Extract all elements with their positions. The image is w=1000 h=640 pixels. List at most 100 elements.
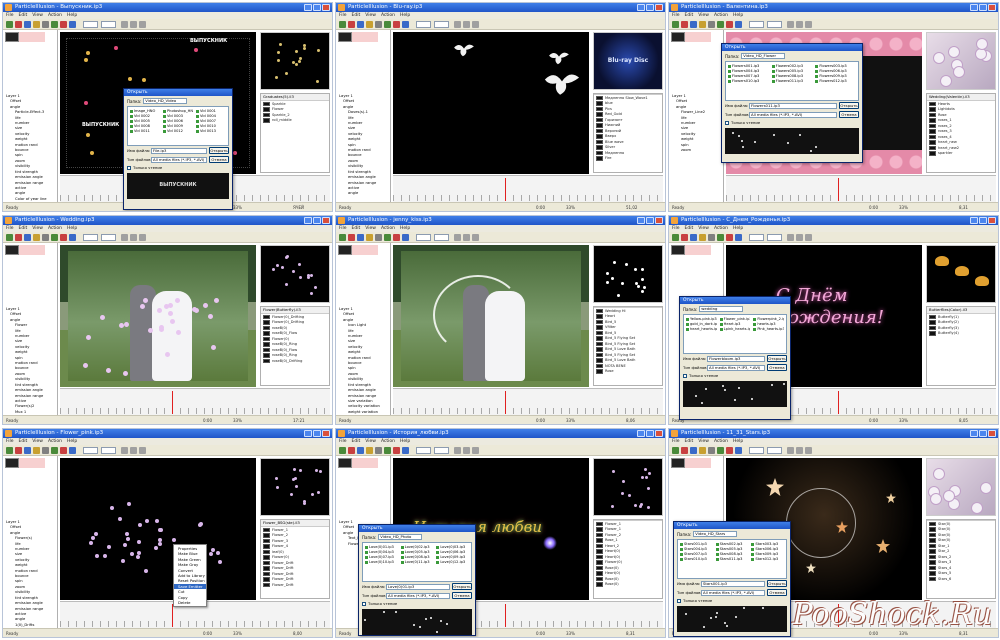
- timeline-cursor[interactable]: [838, 391, 839, 414]
- next-frame-icon[interactable]: [454, 21, 461, 28]
- file-list[interactable]: Yellow-pink.ip3 Flower_pink.ip3 Flowerpink…: [683, 314, 787, 354]
- loop-icon[interactable]: [463, 21, 470, 28]
- zoom-icon[interactable]: [805, 234, 812, 241]
- menu-item-edit[interactable]: Edit: [19, 12, 28, 19]
- menu-item-help[interactable]: Help: [733, 12, 743, 19]
- menu-item-edit[interactable]: Edit: [352, 438, 361, 445]
- open-button[interactable]: Открыть: [767, 355, 787, 362]
- menu-item-file[interactable]: File: [6, 225, 14, 232]
- emitter-thumb[interactable]: [338, 458, 352, 468]
- filetype-select[interactable]: All media files (*.IP3, *.AVI): [701, 589, 765, 596]
- file-item[interactable]: Stars010.ip3: [680, 557, 713, 562]
- menu-item-edit[interactable]: Edit: [685, 12, 694, 19]
- close-button[interactable]: [655, 4, 663, 11]
- file-list[interactable]: Flowers001.ip3 Flowers002.ip3 Flowers003.i…: [725, 61, 859, 101]
- zoom-icon[interactable]: [472, 21, 479, 28]
- stop-icon[interactable]: [393, 234, 400, 241]
- save-icon[interactable]: [357, 21, 364, 28]
- play-icon[interactable]: [717, 21, 724, 28]
- readonly-checkbox[interactable]: Только чтение: [680, 372, 790, 379]
- minimize-button[interactable]: [970, 4, 978, 11]
- time-field[interactable]: [101, 21, 116, 28]
- menu-item-view[interactable]: View: [365, 225, 376, 232]
- emitter-thumb[interactable]: [5, 458, 19, 468]
- play-icon[interactable]: [717, 447, 724, 454]
- record-icon[interactable]: [402, 234, 409, 241]
- menu-item-edit[interactable]: Edit: [19, 438, 28, 445]
- time-field[interactable]: [101, 234, 116, 241]
- timeline-cursor[interactable]: [505, 178, 506, 201]
- file-item[interactable]: Love(0)12.ip3: [436, 560, 469, 565]
- filename-input[interactable]: File.ip3: [151, 147, 207, 154]
- stage-canvas[interactable]: [393, 245, 589, 387]
- emitter-thumb[interactable]: [671, 32, 685, 42]
- maximize-button[interactable]: [646, 4, 654, 11]
- time-field[interactable]: [101, 447, 116, 454]
- menu-item-file[interactable]: File: [6, 438, 14, 445]
- next-frame-icon[interactable]: [121, 21, 128, 28]
- maximize-button[interactable]: [313, 430, 321, 437]
- stop-icon[interactable]: [60, 234, 67, 241]
- checkbox-box[interactable]: [725, 120, 729, 125]
- redo-icon[interactable]: [708, 21, 715, 28]
- play-icon[interactable]: [51, 21, 58, 28]
- close-button[interactable]: [988, 217, 996, 224]
- menu-item-file[interactable]: File: [339, 225, 347, 232]
- undo-icon[interactable]: [699, 21, 706, 28]
- file-item[interactable]: heart_hearts.ip3: [686, 327, 717, 332]
- checkbox-box[interactable]: [683, 373, 687, 378]
- checkbox-box[interactable]: [362, 601, 366, 606]
- menu-item-edit[interactable]: Edit: [352, 12, 361, 19]
- play-icon[interactable]: [384, 21, 391, 28]
- library-item[interactable]: Butterfly(4): [927, 331, 995, 337]
- menu-item-action[interactable]: Action: [381, 438, 395, 445]
- file-item[interactable]: Love(0)11.ip3: [401, 560, 434, 565]
- minimize-button[interactable]: [970, 217, 978, 224]
- filetype-select[interactable]: All media files (*.IP3, *.AVI): [386, 592, 450, 599]
- zoom-icon[interactable]: [805, 21, 812, 28]
- next-frame-icon[interactable]: [454, 447, 461, 454]
- readonly-checkbox[interactable]: Только чтение: [124, 164, 232, 171]
- close-button[interactable]: [988, 4, 996, 11]
- save-icon[interactable]: [24, 447, 31, 454]
- file-item[interactable]: Flowers010.ip3: [728, 79, 769, 84]
- menu-item-view[interactable]: View: [698, 438, 709, 445]
- zoom-icon[interactable]: [139, 234, 146, 241]
- menu-item-help[interactable]: Help: [400, 225, 410, 232]
- file-item[interactable]: Pink_hearts.ip3: [753, 327, 784, 332]
- library-item[interactable]: Rose(0): [594, 582, 662, 588]
- record-icon[interactable]: [69, 21, 76, 28]
- record-icon[interactable]: [402, 447, 409, 454]
- open-button[interactable]: Открыть: [452, 583, 472, 590]
- file-item[interactable]: Vid 0011: [130, 129, 160, 134]
- stop-icon[interactable]: [726, 234, 733, 241]
- new-icon[interactable]: [6, 447, 13, 454]
- menu-item-view[interactable]: View: [698, 225, 709, 232]
- undo-icon[interactable]: [366, 447, 373, 454]
- next-frame-icon[interactable]: [454, 234, 461, 241]
- minimize-button[interactable]: [637, 217, 645, 224]
- record-icon[interactable]: [402, 21, 409, 28]
- filename-input[interactable]: Flowers011.ip3: [749, 102, 837, 109]
- menu-item-file[interactable]: File: [672, 12, 680, 19]
- open-button[interactable]: Открыть: [767, 580, 787, 587]
- save-icon[interactable]: [24, 234, 31, 241]
- close-button[interactable]: [988, 430, 996, 437]
- library-item[interactable]: Stars_6: [927, 576, 995, 582]
- frame-field[interactable]: [83, 447, 98, 454]
- time-field[interactable]: [434, 234, 449, 241]
- readonly-checkbox[interactable]: Только чтение: [674, 597, 790, 604]
- library-item[interactable]: roll_middle: [261, 118, 329, 124]
- timeline[interactable]: [60, 388, 330, 416]
- timeline[interactable]: [393, 388, 663, 416]
- minimize-button[interactable]: [637, 4, 645, 11]
- menu-item-view[interactable]: View: [32, 225, 43, 232]
- maximize-button[interactable]: [979, 430, 987, 437]
- filename-input[interactable]: Love(0)01.ip3: [386, 583, 450, 590]
- new-icon[interactable]: [339, 234, 346, 241]
- play-icon[interactable]: [384, 447, 391, 454]
- menu-item-action[interactable]: Action: [714, 225, 728, 232]
- undo-icon[interactable]: [366, 21, 373, 28]
- emitter-thumb[interactable]: [5, 245, 19, 255]
- readonly-checkbox[interactable]: Только чтение: [722, 119, 862, 126]
